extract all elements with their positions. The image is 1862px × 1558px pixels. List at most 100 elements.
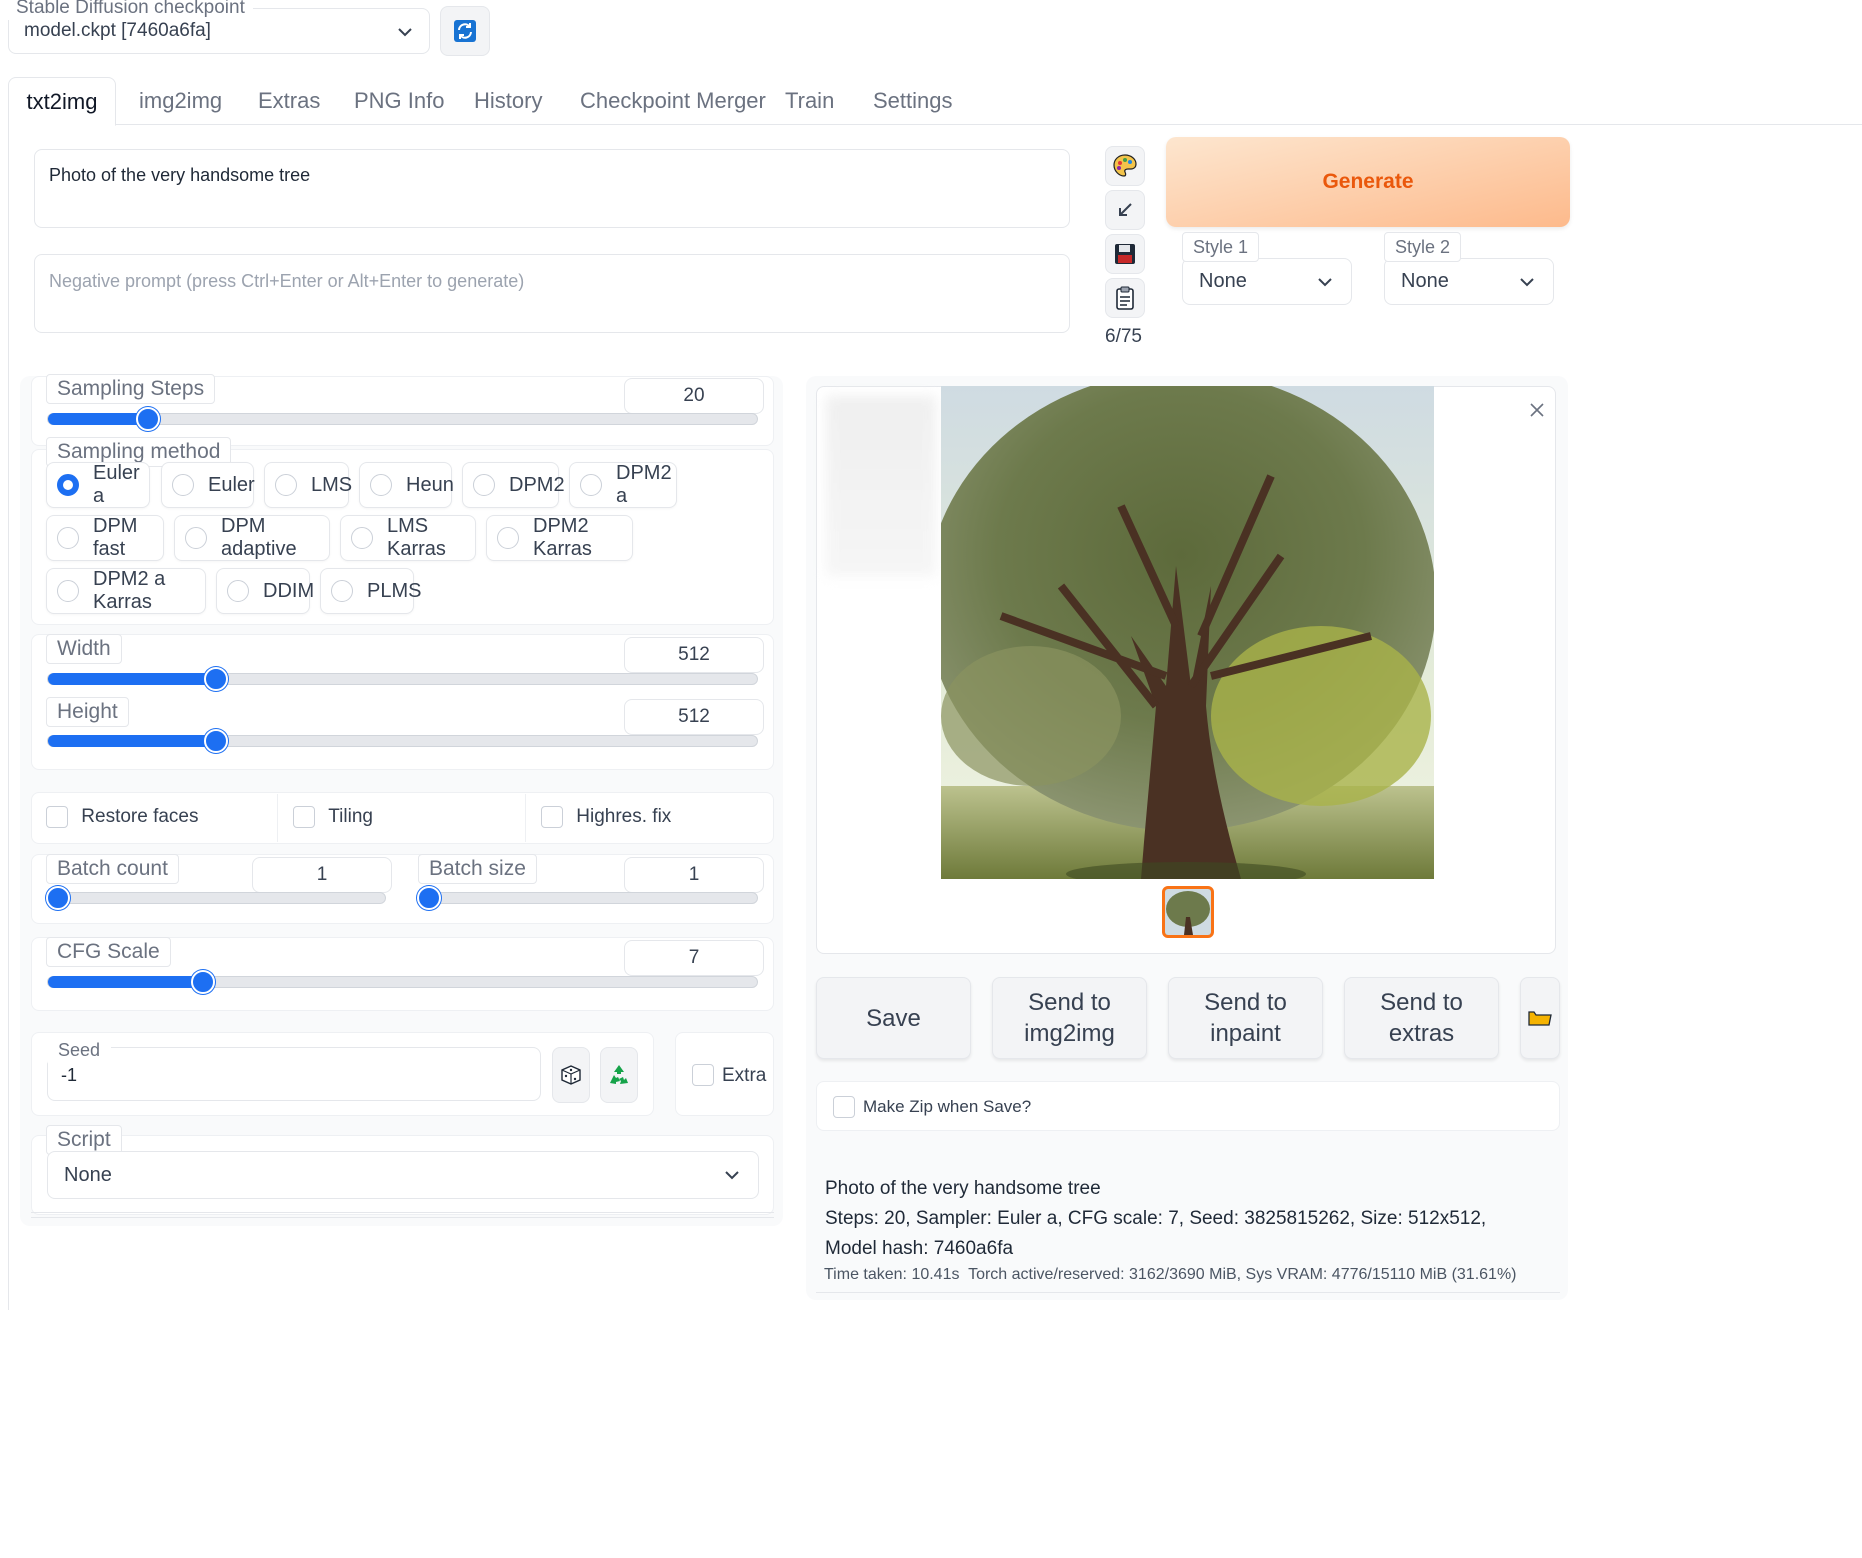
tab-checkpoint-merger[interactable]: Checkpoint Merger [580, 77, 766, 125]
slider-fill [48, 413, 148, 425]
width-input[interactable]: 512 [624, 637, 764, 673]
tab-train[interactable]: Train [785, 77, 834, 125]
radio-heun[interactable]: Heun [359, 462, 454, 508]
batch-count-slider[interactable] [46, 886, 386, 910]
radio-lms-karras[interactable]: LMS Karras [340, 515, 476, 561]
generated-image[interactable] [941, 386, 1434, 879]
tab-txt2img[interactable]: txt2img [8, 77, 116, 126]
generate-button[interactable]: Generate [1166, 137, 1570, 227]
slider-thumb[interactable] [136, 407, 160, 431]
radio-euler-a[interactable]: Euler a [46, 462, 150, 508]
tab-png-info[interactable]: PNG Info [354, 77, 444, 125]
prompt-input[interactable]: Photo of the very handsome tree [34, 149, 1070, 228]
slider-thumb[interactable] [204, 667, 228, 691]
save-button[interactable]: Save [816, 977, 971, 1059]
checkpoint-value: model.ckpt [7460a6fa] [24, 20, 211, 41]
width-slider[interactable] [47, 667, 758, 691]
bottom-rule [816, 1292, 1560, 1293]
divider [525, 794, 526, 842]
info-prompt: Photo of the very handsome tree [825, 1178, 1101, 1199]
slider-thumb[interactable] [417, 886, 441, 910]
cfg-scale-input[interactable]: 7 [624, 940, 764, 976]
radio-dpm2[interactable]: DPM2 [462, 462, 565, 508]
slider-fill [48, 976, 203, 988]
radio-dpm2-karras[interactable]: DPM2 Karras [486, 515, 633, 561]
extra-seed-block[interactable]: Extra [675, 1032, 774, 1116]
tab-extras[interactable]: Extras [258, 77, 320, 125]
tab-img2img[interactable]: img2img [139, 77, 222, 125]
radio-lms[interactable]: LMS [264, 462, 352, 508]
radio-dpm2-a[interactable]: DPM2 a [569, 462, 677, 508]
close-icon[interactable] [1529, 402, 1545, 418]
radio-ddim[interactable]: DDIM [216, 568, 314, 614]
folder-icon [1528, 1011, 1552, 1026]
radio-dot [331, 580, 353, 602]
palette-icon [1113, 154, 1137, 177]
save-style-button[interactable] [1105, 234, 1145, 274]
interrogate-button[interactable] [1105, 146, 1145, 186]
send-to-inpaint-button[interactable]: Send to inpaint [1168, 977, 1323, 1059]
token-counter: 6/75 [1105, 326, 1142, 347]
tree-thumbnail-icon [1165, 889, 1211, 935]
restore-faces-checkbox[interactable]: Restore faces [46, 806, 199, 828]
radio-plms[interactable]: PLMS [320, 568, 421, 614]
seed-input[interactable]: -1 [47, 1047, 541, 1101]
cfg-scale-slider[interactable] [47, 970, 758, 994]
width-label: Width [46, 634, 122, 664]
tab-settings[interactable]: Settings [873, 77, 953, 125]
radio-dot [473, 474, 495, 496]
sampling-steps-slider[interactable] [47, 407, 758, 431]
slider-thumb[interactable] [46, 886, 70, 910]
radio-dot [370, 474, 392, 496]
radio-dpm-fast[interactable]: DPM fast [46, 515, 164, 561]
send-to-extras-button[interactable]: Send to extras [1344, 977, 1499, 1059]
reuse-seed-button[interactable] [600, 1047, 638, 1103]
radio-dot [497, 527, 519, 549]
negative-prompt-input[interactable]: Negative prompt (press Ctrl+Enter or Alt… [34, 254, 1070, 333]
style2-dropdown[interactable]: None [1384, 258, 1554, 305]
recycle-icon [610, 1065, 628, 1084]
sampling-steps-label: Sampling Steps [46, 374, 216, 404]
slider-thumb[interactable] [204, 729, 228, 753]
slider-fill [48, 735, 216, 747]
info-timing: Time taken: 10.41s Torch active/reserved… [824, 1266, 1517, 1283]
batch-count-label: Batch count [46, 854, 179, 884]
radio-euler[interactable]: Euler [161, 462, 255, 508]
height-slider[interactable] [47, 729, 758, 753]
send-to-img2img-button[interactable]: Send to img2img [992, 977, 1147, 1059]
slider-fill [48, 673, 216, 685]
open-folder-button[interactable] [1520, 977, 1560, 1059]
script-dropdown[interactable]: None [47, 1151, 759, 1199]
make-zip-block[interactable]: Make Zip when Save? [816, 1081, 1560, 1131]
batch-size-slider[interactable] [417, 886, 758, 910]
radio-dpm-adaptive[interactable]: DPM adaptive [174, 515, 330, 561]
radio-dot [172, 474, 194, 496]
generation-info: Photo of the very handsome tree Steps: 2… [825, 1174, 1525, 1264]
make-zip-label: Make Zip when Save? [863, 1097, 1032, 1116]
sampling-steps-input[interactable]: 20 [624, 378, 764, 414]
apply-style-button[interactable] [1105, 278, 1145, 318]
negative-prompt-placeholder: Negative prompt (press Ctrl+Enter or Alt… [49, 271, 525, 291]
tab-history[interactable]: History [474, 77, 542, 125]
highres-fix-checkbox[interactable]: Highres. fix [541, 806, 671, 828]
checkbox-box [833, 1096, 855, 1118]
prompt-text: Photo of the very handsome tree [49, 165, 311, 185]
gallery-thumbnail[interactable] [1162, 886, 1214, 938]
tiling-checkbox[interactable]: Tiling [293, 806, 373, 828]
style1-dropdown[interactable]: None [1182, 258, 1352, 305]
refresh-checkpoint-button[interactable] [440, 6, 490, 56]
radio-dot [57, 474, 79, 496]
batch-count-input[interactable]: 1 [252, 857, 392, 893]
paste-params-button[interactable] [1105, 190, 1145, 230]
style1-label: Style 1 [1182, 232, 1260, 262]
height-input[interactable]: 512 [624, 699, 764, 735]
tab-content-border [8, 124, 9, 1310]
batch-size-input[interactable]: 1 [624, 857, 764, 893]
checkbox-box [46, 806, 68, 828]
refresh-icon [454, 20, 476, 42]
slider-thumb[interactable] [191, 970, 215, 994]
tree-image [941, 386, 1434, 879]
checkpoint-label: Stable Diffusion checkpoint [8, 0, 253, 20]
random-seed-button[interactable] [552, 1047, 590, 1103]
radio-dpm2-a-karras[interactable]: DPM2 a Karras [46, 568, 206, 614]
